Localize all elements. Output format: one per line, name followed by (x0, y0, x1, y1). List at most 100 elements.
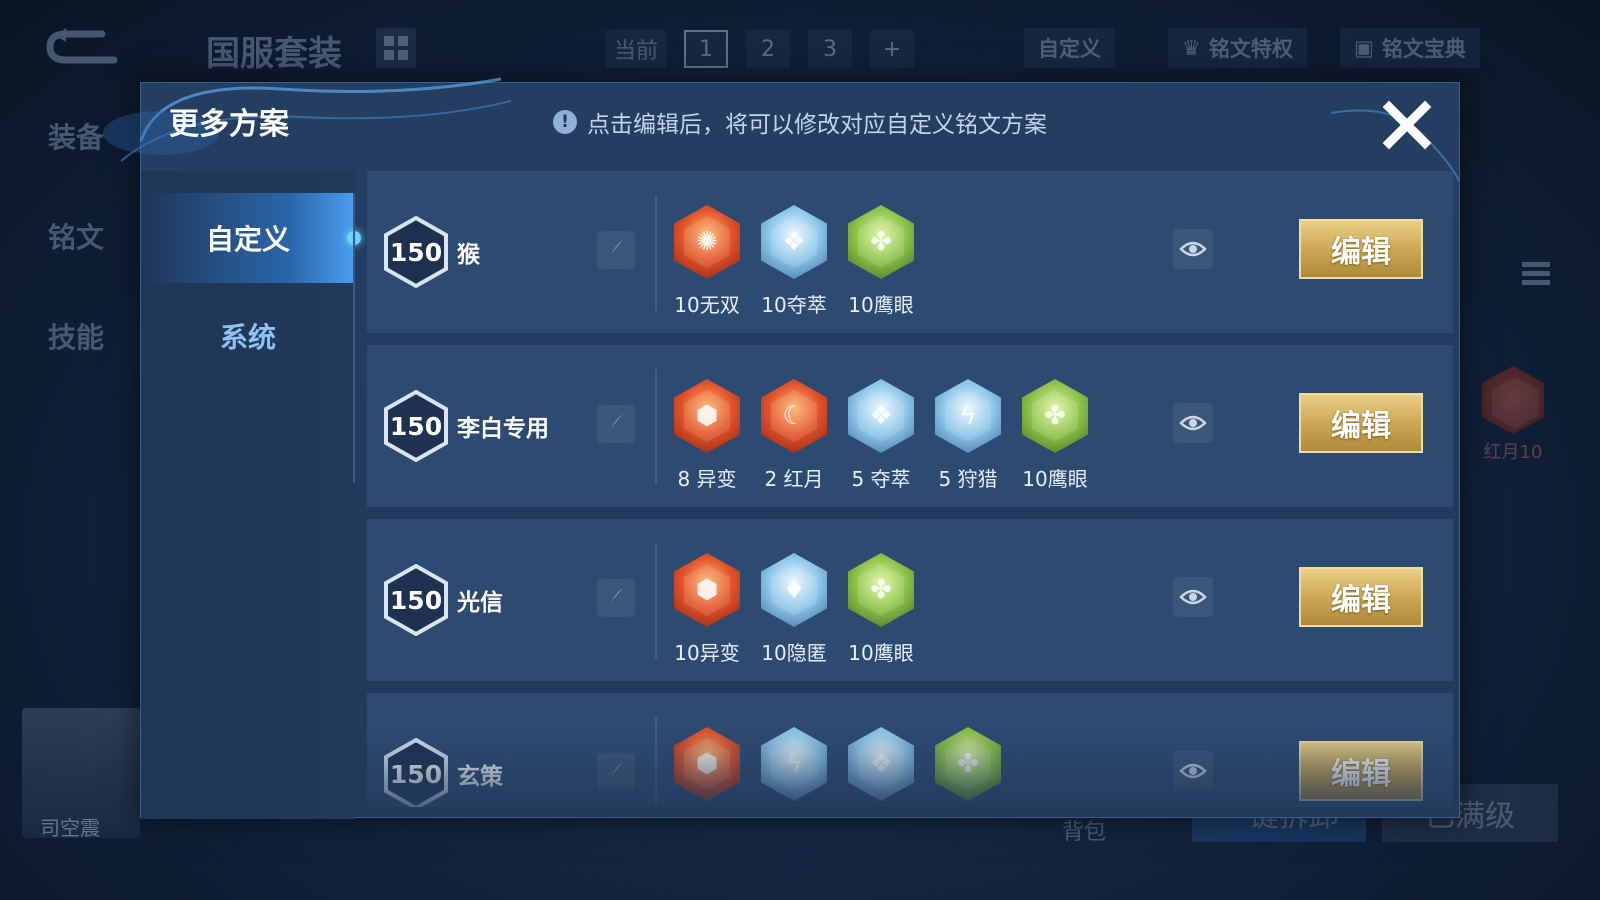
tab-divider (353, 193, 355, 483)
rune-label: 10夺萃 (761, 293, 827, 317)
dialog-title: 更多方案 (169, 107, 289, 142)
yingyan-rune-icon: ✤ (848, 553, 914, 627)
rune-set-title: 国服套装 (206, 34, 342, 74)
add-page-button[interactable]: + (870, 30, 914, 68)
crown-icon: ♛ (1182, 36, 1201, 60)
pencil-icon (609, 588, 623, 608)
back-arrow-icon[interactable] (42, 26, 122, 68)
decorative-swirl (103, 77, 512, 162)
side-nav-skills[interactable]: 技能 (48, 318, 104, 418)
side-nav-equipment[interactable]: 装备 (48, 118, 104, 218)
eye-icon (1179, 763, 1207, 779)
preview-button[interactable] (1173, 229, 1213, 269)
rune-item[interactable]: ❖ 10夺萃 (756, 205, 832, 318)
hongyue-rune-icon: ☾ (761, 379, 827, 453)
rune-label: 10鹰眼 (1022, 467, 1088, 491)
scheme-name: 猴 (457, 242, 480, 268)
scheme-row: 150 猴 ✺ 10无双 ❖ 10夺萃 ✤ 10鹰眼 编辑 (367, 171, 1453, 333)
red-moon-rune-icon (1482, 366, 1544, 434)
shoulie-rune-icon: ϟ (935, 379, 1001, 453)
rune-label: 5 狩猎 (938, 467, 998, 491)
preview-button[interactable] (1173, 403, 1213, 443)
info-icon: ! (553, 110, 577, 134)
rune-item[interactable]: ✤ 10鹰眼 (1017, 379, 1093, 492)
rune-item[interactable]: ♦ 10隐匿 (756, 553, 832, 666)
close-icon[interactable] (1379, 97, 1435, 153)
pencil-icon (609, 762, 623, 782)
tab-system-label: 系统 (219, 321, 276, 354)
pencil-icon (609, 414, 623, 434)
rune-codex-label: 铭文宝典 (1381, 37, 1466, 61)
edit-button[interactable]: 编辑 (1299, 567, 1423, 627)
rune-codex-button[interactable]: ▣ 铭文宝典 (1340, 28, 1480, 68)
level-value: 150 (389, 759, 443, 789)
rune-item[interactable]: ⬢ 10异变 (669, 553, 745, 666)
rune-item[interactable]: ❖ 5 夺萃 (843, 379, 919, 492)
yingyan-rune-icon: ✤ (935, 727, 1001, 801)
scheme-name: 李白专用 (457, 416, 549, 442)
yibian-rune-icon: ⬢ (674, 379, 740, 453)
rune-item[interactable]: ✤ 10鹰眼 (843, 553, 919, 666)
rune-item[interactable]: ϟ (756, 727, 832, 801)
duocui-rune-icon: ❖ (848, 727, 914, 801)
more-schemes-dialog: 更多方案 ! 点击编辑后，将可以修改对应自定义铭文方案 自定义 系统 150 猴 (103, 77, 1460, 819)
level-badge: 150 (383, 389, 449, 463)
custom-button[interactable]: 自定义 (1024, 28, 1115, 68)
rune-privilege-button[interactable]: ♛ 铭文特权 (1168, 28, 1307, 68)
preview-button[interactable] (1173, 577, 1213, 617)
scheme-row: 150 玄策 ⬢ ϟ ❖ ✤ 编辑 (367, 693, 1453, 807)
page-2-button[interactable]: 2 (746, 30, 790, 68)
rune-label: 10异变 (674, 641, 740, 665)
rename-button[interactable] (597, 753, 635, 791)
rune-item[interactable]: ✤ (930, 727, 1006, 801)
rune-item[interactable]: ❖ (843, 727, 919, 801)
duocui-rune-icon: ❖ (848, 379, 914, 453)
scheme-row: 150 光信 ⬢ 10异变 ♦ 10隐匿 ✤ 10鹰眼 编辑 (367, 519, 1453, 681)
eye-icon (1179, 241, 1207, 257)
yingyan-rune-icon: ✤ (848, 205, 914, 279)
rune-item[interactable]: ✤ 10鹰眼 (843, 205, 919, 318)
rune-list: ⬢ 10异变 ♦ 10隐匿 ✤ 10鹰眼 (669, 553, 919, 666)
rune-item[interactable]: ⬢ 8 异变 (669, 379, 745, 492)
side-nav-runes[interactable]: 铭文 (48, 218, 104, 318)
shoulie-rune-icon: ϟ (761, 727, 827, 801)
rune-label: 10隐匿 (761, 641, 827, 665)
rune-item[interactable]: ☾ 2 红月 (756, 379, 832, 492)
rune-item[interactable]: ⬢ (669, 727, 745, 801)
list-menu-icon[interactable] (1522, 262, 1550, 289)
preview-button[interactable] (1173, 751, 1213, 791)
rune-label: 10鹰眼 (848, 293, 914, 317)
grid-view-icon[interactable] (376, 28, 416, 68)
rune-label: 8 异变 (677, 467, 737, 491)
tab-system[interactable]: 系统 (141, 291, 355, 381)
page-1-button[interactable]: 1 (684, 30, 728, 68)
pencil-icon (609, 240, 623, 260)
eye-icon (1179, 589, 1207, 605)
level-badge: 150 (383, 563, 449, 637)
rune-list: ⬢ ϟ ❖ ✤ (669, 727, 1006, 801)
rename-button[interactable] (597, 579, 635, 617)
edit-button[interactable]: 编辑 (1299, 219, 1423, 279)
level-value: 150 (389, 411, 443, 441)
wushuang-rune-icon: ✺ (674, 205, 740, 279)
scheme-tabs: 自定义 系统 (141, 171, 361, 819)
background-side-nav: 装备 铭文 技能 (48, 118, 104, 418)
page-3-button[interactable]: 3 (808, 30, 852, 68)
rune-item[interactable]: ϟ 5 狩猎 (930, 379, 1006, 492)
rename-button[interactable] (597, 405, 635, 443)
row-separator (655, 543, 657, 659)
rune-label: 10鹰眼 (848, 641, 914, 665)
side-rune-preview: 红月10 (1482, 366, 1544, 464)
rune-item[interactable]: ✺ 10无双 (669, 205, 745, 318)
scheme-list[interactable]: 150 猴 ✺ 10无双 ❖ 10夺萃 ✤ 10鹰眼 编辑 150 李白专用 ⬢… (367, 171, 1453, 807)
edit-notice: ! 点击编辑后，将可以修改对应自定义铭文方案 (553, 105, 1047, 139)
edit-button[interactable]: 编辑 (1299, 393, 1423, 453)
bag-label: 背包 (1062, 820, 1107, 845)
duocui-rune-icon: ❖ (761, 205, 827, 279)
edit-button[interactable]: 编辑 (1299, 741, 1423, 801)
row-separator (655, 369, 657, 485)
tab-custom[interactable]: 自定义 (141, 193, 361, 283)
rename-button[interactable] (597, 231, 635, 269)
rune-label: 5 夺萃 (851, 467, 911, 491)
scheme-name: 光信 (457, 590, 503, 616)
